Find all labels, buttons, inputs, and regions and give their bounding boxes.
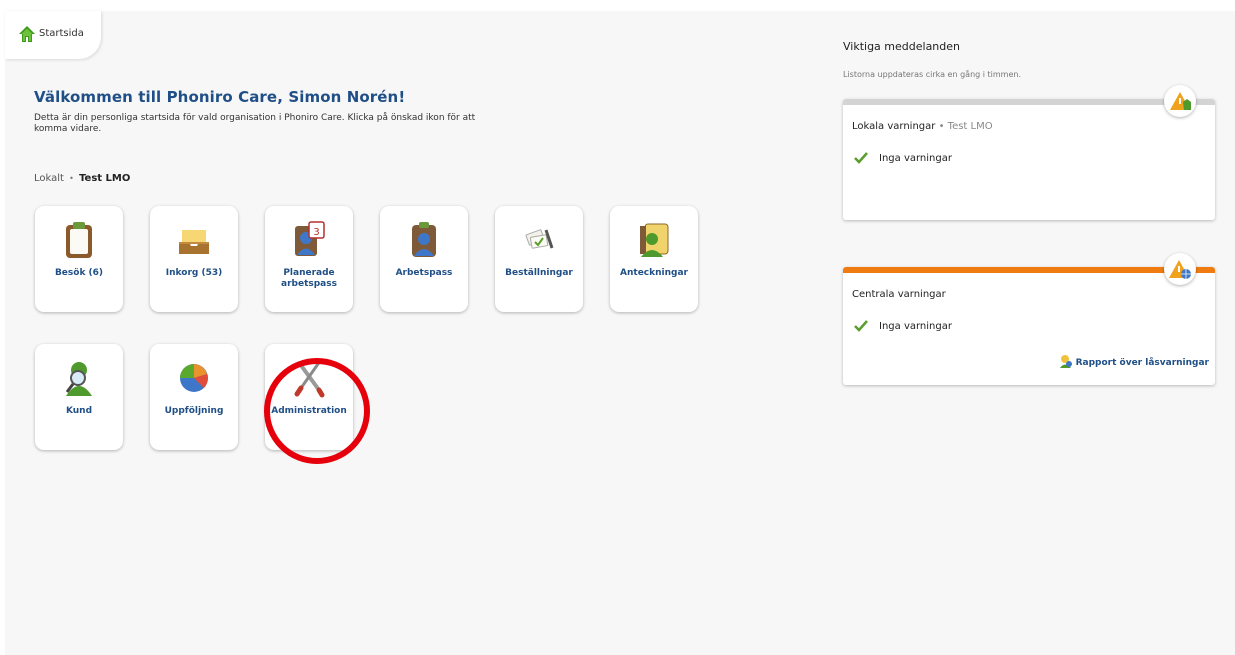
checkmark-icon [854, 320, 868, 332]
notes-person-icon [640, 223, 669, 257]
home-icon [19, 26, 35, 42]
central-warnings-status: Inga varningar [879, 321, 952, 332]
calendar-person-icon: 3 [295, 221, 325, 256]
pie-chart-icon [180, 364, 208, 392]
org-name: Test LMO [79, 173, 131, 184]
local-warnings-box: Lokala varningar • Test LMO Inga varning… [843, 99, 1215, 220]
tile-arbetspass[interactable]: Arbetspass [380, 206, 468, 312]
report-user-icon [1059, 355, 1072, 368]
messages-title: Viktiga meddelanden [843, 40, 961, 53]
tile-label: Beställningar [505, 268, 573, 278]
start-tab-label: Startsida [39, 28, 84, 39]
lock-warnings-report-link[interactable]: Rapport över låsvarningar [1059, 354, 1209, 368]
tile-label: Uppföljning [164, 406, 224, 416]
central-warnings-box: Centrala varningar Inga varningar Rappor… [843, 267, 1215, 385]
tile-planerade-arbetspass[interactable]: 3 Planerade arbetspass [265, 206, 353, 312]
central-warning-badge [1164, 253, 1196, 285]
org-separator: • [69, 174, 74, 183]
tile-inkorg[interactable]: Inkorg (53) [150, 206, 238, 312]
tile-label: Administration [271, 406, 347, 416]
tile-uppfoljning[interactable]: Uppföljning [150, 344, 238, 450]
tile-label: Anteckningar [620, 268, 688, 278]
org-breadcrumb: Lokalt • Test LMO [34, 173, 130, 184]
clipboard-icon [66, 222, 92, 258]
tile-label: Planerade arbetspass [281, 268, 337, 289]
local-warning-badge [1164, 85, 1196, 117]
person-clipboard-icon [412, 222, 436, 257]
tile-besok[interactable]: Besök (6) [35, 206, 123, 312]
tile-administration[interactable]: Administration [265, 344, 353, 450]
order-cards-icon [525, 229, 554, 249]
tile-kund[interactable]: Kund [35, 344, 123, 450]
local-warnings-status: Inga varningar [879, 153, 952, 164]
welcome-title: Välkommen till Phoniro Care, Simon Norén… [34, 88, 406, 106]
start-tab[interactable]: Startsida [5, 11, 101, 59]
tile-bestallningar[interactable]: Beställningar [495, 206, 583, 312]
warning-home-icon [1170, 92, 1191, 110]
local-warnings-separator: • [938, 121, 945, 132]
central-warnings-title: Centrala varningar [852, 289, 946, 300]
warning-globe-icon [1169, 260, 1191, 279]
inbox-tray-icon [179, 230, 209, 254]
tile-label: Kund [65, 406, 93, 416]
local-warnings-label: Lokala varningar [852, 121, 936, 132]
app-main: Startsida Välkommen till Phoniro Care, S… [5, 11, 1235, 655]
tile-label: Arbetspass [395, 268, 453, 278]
local-warnings-title: Lokala varningar • Test LMO [852, 121, 993, 132]
tile-label: Inkorg (53) [165, 268, 223, 278]
tile-label: Besök (6) [54, 268, 104, 278]
tools-icon [294, 362, 325, 398]
customer-search-icon [65, 362, 92, 396]
report-link-label: Rapport över låsvarningar [1075, 358, 1209, 368]
checkmark-icon [854, 152, 868, 164]
svg-text:3: 3 [313, 227, 319, 238]
messages-subtitle: Listorna uppdateras cirka en gång i timm… [843, 70, 1022, 79]
central-warnings-bar [843, 267, 1215, 273]
local-warnings-org: Test LMO [947, 121, 993, 132]
welcome-description: Detta är din personliga startsida för va… [34, 113, 476, 134]
org-prefix: Lokalt [34, 173, 64, 184]
tile-anteckningar[interactable]: Anteckningar [610, 206, 698, 312]
local-warnings-bar [843, 99, 1215, 105]
